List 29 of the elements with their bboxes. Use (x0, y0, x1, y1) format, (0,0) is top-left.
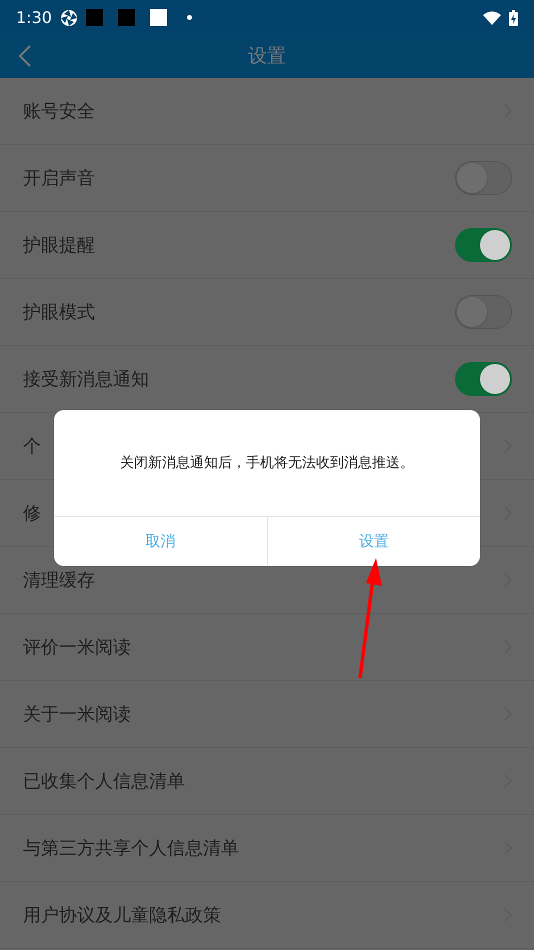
battery-icon (509, 10, 518, 26)
toggle-switch[interactable] (455, 228, 512, 262)
page-title: 设置 (248, 44, 286, 70)
toggle-switch[interactable] (455, 362, 512, 396)
setting-label: 账号安全 (23, 100, 96, 124)
notification-icon (150, 9, 167, 26)
setting-label: 清理缓存 (23, 568, 96, 592)
toggle-switch[interactable] (455, 295, 512, 329)
setting-label: 开启声音 (23, 166, 96, 190)
setting-label: 评价一米阅读 (23, 636, 132, 660)
app-logo-icon (60, 8, 78, 26)
setting-label: 护眼模式 (23, 300, 96, 324)
dialog-message: 关闭新消息通知后，手机将无法收到消息推送。 (120, 454, 414, 472)
setting-label: 护眼提醒 (23, 234, 96, 258)
setting-label: 用户协议及儿童隐私政策 (23, 904, 222, 928)
status-time: 1:30 (16, 6, 52, 28)
back-icon[interactable] (18, 44, 32, 68)
more-notifications-icon (186, 15, 192, 20)
dialog-button[interactable]: 取消 (54, 517, 266, 566)
setting-label: 已收集个人信息清单 (23, 770, 186, 794)
toggle-switch[interactable] (455, 161, 512, 195)
wifi-icon (483, 10, 501, 24)
setting-label: 与第三方共享个人信息清单 (23, 836, 240, 860)
setting-label: 接受新消息通知 (23, 368, 150, 392)
notification-icon (118, 9, 135, 26)
setting-label: 个 (23, 434, 42, 458)
setting-label: 修 (23, 502, 42, 526)
setting-label: 关于一米阅读 (23, 702, 132, 726)
notification-icon (86, 9, 103, 26)
